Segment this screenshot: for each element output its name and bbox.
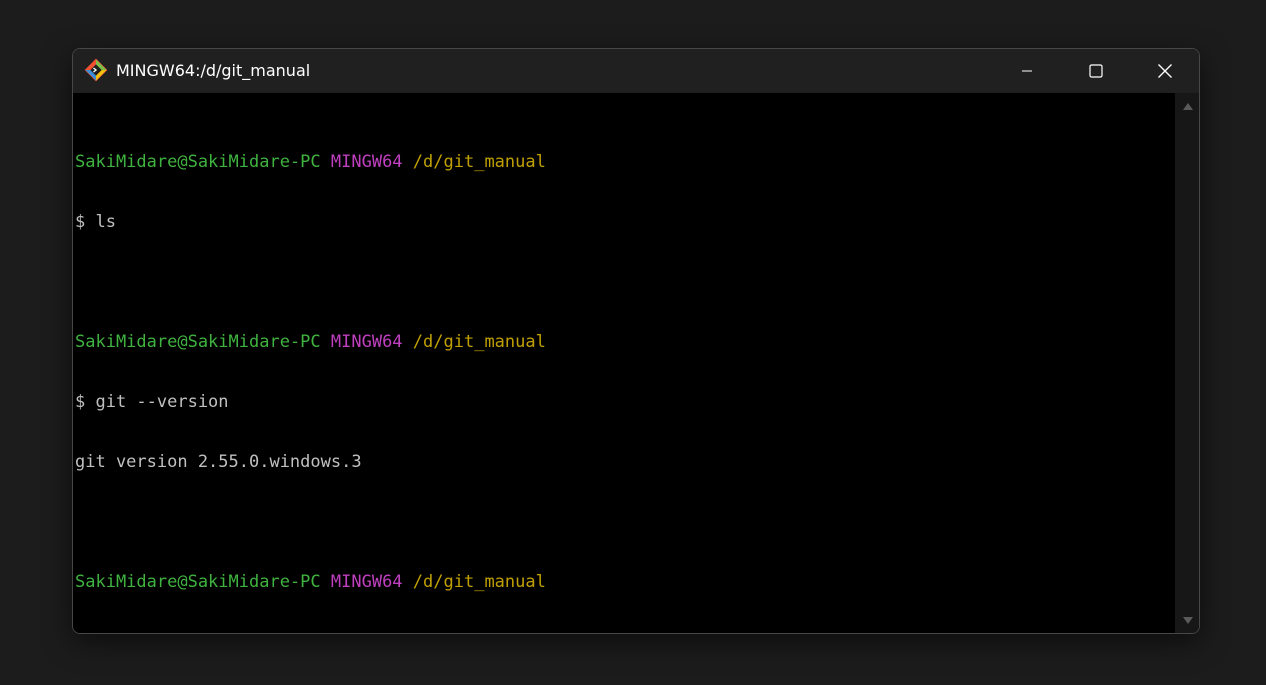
minimize-icon xyxy=(1022,70,1032,72)
title-bar[interactable]: MINGW64:/d/git_manual xyxy=(73,49,1199,93)
prompt-user: SakiMidare@SakiMidare-PC xyxy=(75,332,321,352)
prompt-line: SakiMidare@SakiMidare-PC MINGW64 /d/git_… xyxy=(75,152,1175,172)
git-bash-icon xyxy=(84,58,108,82)
terminal-window: MINGW64:/d/git_manual SakiMidare@SakiMid… xyxy=(72,48,1200,634)
scroll-down-arrow-icon[interactable] xyxy=(1181,615,1195,627)
prompt-path: /d/git_manual xyxy=(412,572,546,592)
terminal-output[interactable]: SakiMidare@SakiMidare-PC MINGW64 /d/git_… xyxy=(73,93,1175,633)
prompt-user: SakiMidare@SakiMidare-PC xyxy=(75,572,321,592)
close-button[interactable] xyxy=(1130,49,1199,93)
output-line: git version 2.55.0.windows.3 xyxy=(75,452,362,472)
prompt-host: MINGW64 xyxy=(330,332,403,352)
vertical-scrollbar[interactable] xyxy=(1175,93,1199,633)
prompt-host: MINGW64 xyxy=(330,152,403,172)
command-line: $ git --version xyxy=(75,392,229,412)
command-line: $ ls xyxy=(75,212,116,232)
prompt-line: SakiMidare@SakiMidare-PC MINGW64 /d/git_… xyxy=(75,332,1175,352)
close-icon xyxy=(1158,64,1172,78)
prompt-host: MINGW64 xyxy=(330,572,403,592)
prompt-line: SakiMidare@SakiMidare-PC MINGW64 /d/git_… xyxy=(75,572,1175,592)
scroll-up-arrow-icon[interactable] xyxy=(1181,100,1195,112)
prompt-path: /d/git_manual xyxy=(412,332,546,352)
input-line[interactable]: $ xyxy=(75,632,1175,633)
prompt-user: SakiMidare@SakiMidare-PC xyxy=(75,152,321,172)
prompt-path: /d/git_manual xyxy=(412,152,546,172)
window-title: MINGW64:/d/git_manual xyxy=(116,61,311,80)
maximize-icon xyxy=(1089,64,1103,78)
minimize-button[interactable] xyxy=(992,49,1062,93)
maximize-button[interactable] xyxy=(1061,49,1131,93)
